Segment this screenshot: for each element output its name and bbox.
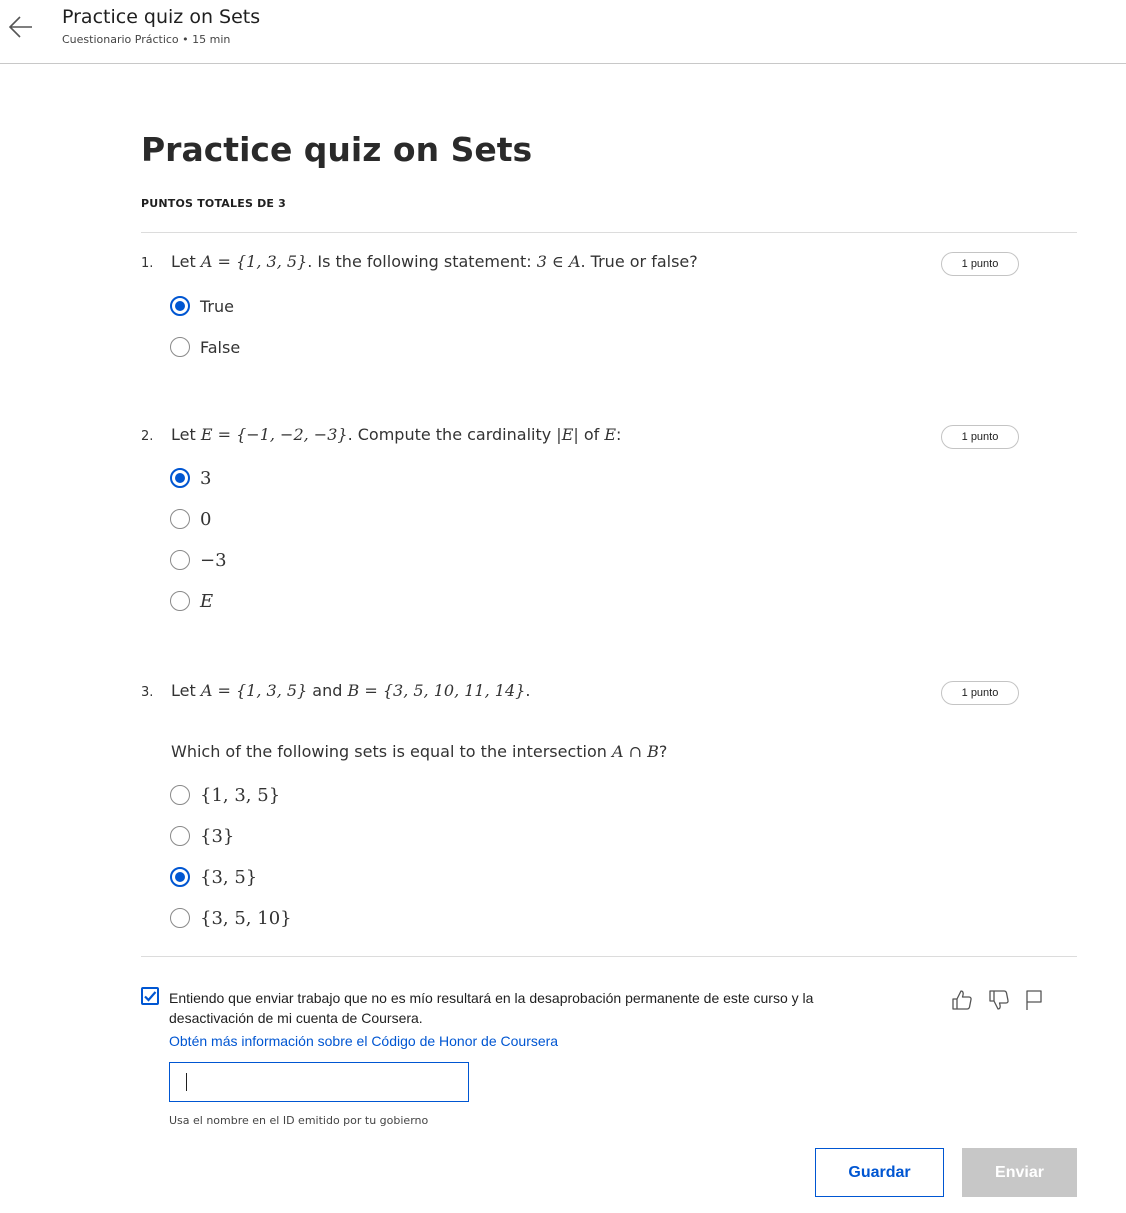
option-label: {1, 3, 5} — [200, 784, 281, 806]
option-label: E — [200, 590, 214, 612]
radio-button[interactable] — [170, 550, 190, 570]
question-3-option-4[interactable]: {3, 5, 10} — [170, 907, 292, 929]
divider — [141, 232, 1077, 233]
thumbs-down-icon[interactable] — [987, 988, 1011, 1012]
option-label: 0 — [200, 508, 212, 530]
text-cursor — [186, 1073, 187, 1091]
flag-icon[interactable] — [1022, 988, 1046, 1012]
question-3-option-2[interactable]: {3} — [170, 825, 234, 847]
question-3-number: 3. — [141, 685, 154, 700]
question-2-option-3[interactable]: −3 — [170, 549, 227, 571]
question-3-subtext: Which of the following sets is equal to … — [171, 742, 668, 761]
header-subtitle: Cuestionario Práctico • 15 min — [62, 33, 231, 46]
option-label: {3, 5, 10} — [200, 907, 292, 929]
question-1-number: 1. — [141, 256, 154, 271]
points-badge: 1 punto — [941, 425, 1019, 449]
question-2-text: Let E = {−1, −2, −3}. Compute the cardin… — [171, 425, 622, 444]
option-label: {3, 5} — [200, 866, 258, 888]
question-2-number: 2. — [141, 429, 154, 444]
option-label: {3} — [200, 825, 235, 847]
radio-button[interactable] — [170, 826, 190, 846]
page-title: Practice quiz on Sets — [141, 130, 533, 169]
name-helper-text: Usa el nombre en el ID emitido por tu go… — [169, 1114, 429, 1127]
points-badge: 1 punto — [941, 252, 1019, 276]
divider — [141, 956, 1077, 957]
submit-button[interactable]: Enviar — [962, 1148, 1077, 1197]
thumbs-up-icon[interactable] — [950, 988, 974, 1012]
question-1-option-true[interactable]: True — [170, 295, 234, 317]
option-label: 3 — [200, 467, 212, 489]
question-2-option-1[interactable]: 3 — [170, 467, 211, 489]
question-2-option-4[interactable]: E — [170, 590, 213, 612]
radio-button[interactable] — [170, 908, 190, 928]
question-3-option-1[interactable]: {1, 3, 5} — [170, 784, 280, 806]
save-button[interactable]: Guardar — [815, 1148, 944, 1197]
radio-button[interactable] — [170, 785, 190, 805]
question-2-option-2[interactable]: 0 — [170, 508, 211, 530]
radio-button[interactable] — [170, 867, 190, 887]
total-points: PUNTOS TOTALES DE 3 — [141, 197, 287, 210]
question-3-text: Let A = {1, 3, 5} and B = {3, 5, 10, 11,… — [171, 681, 531, 700]
header-title: Practice quiz on Sets — [62, 6, 261, 28]
option-label: True — [200, 296, 234, 316]
check-icon — [144, 991, 157, 1002]
top-bar: Practice quiz on Sets Cuestionario Práct… — [0, 0, 1126, 64]
honor-code-checkbox[interactable] — [141, 987, 159, 1005]
back-arrow-icon[interactable] — [6, 12, 36, 42]
question-3-option-3[interactable]: {3, 5} — [170, 866, 257, 888]
radio-button[interactable] — [170, 296, 190, 316]
radio-button[interactable] — [170, 468, 190, 488]
question-1-text: Let A = {1, 3, 5}. Is the following stat… — [171, 252, 698, 271]
radio-button[interactable] — [170, 509, 190, 529]
radio-button[interactable] — [170, 337, 190, 357]
option-label: −3 — [200, 549, 227, 571]
honor-code-link[interactable]: Obtén más información sobre el Código de… — [169, 1033, 558, 1049]
radio-button[interactable] — [170, 591, 190, 611]
honor-code-text: Entiendo que enviar trabajo que no es mí… — [169, 990, 814, 1026]
points-badge: 1 punto — [941, 681, 1019, 705]
question-1-option-false[interactable]: False — [170, 336, 240, 358]
option-label: False — [200, 337, 241, 357]
legal-name-input[interactable] — [169, 1062, 469, 1102]
